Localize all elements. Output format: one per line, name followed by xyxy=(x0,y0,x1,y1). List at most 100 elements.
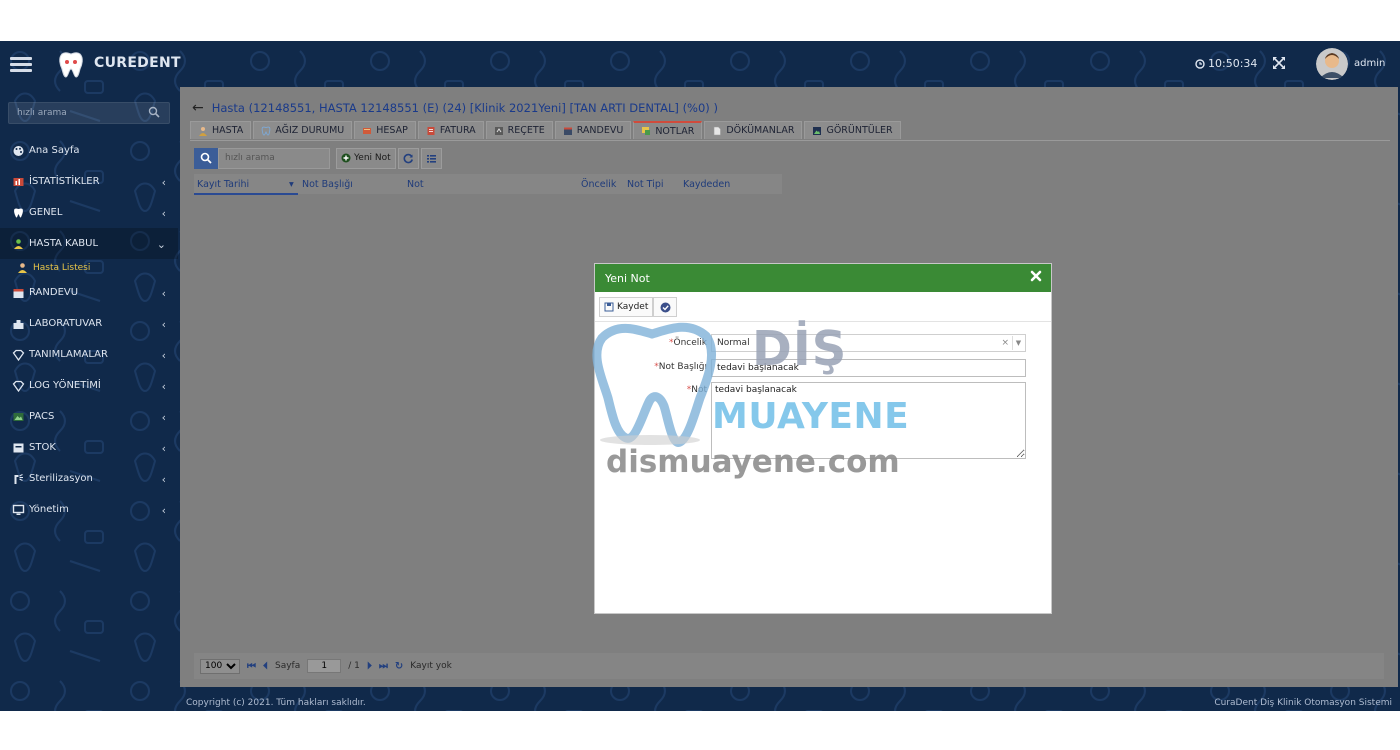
tab-appointment[interactable]: RANDEVU xyxy=(554,121,632,139)
sidebar-item-patient-admission[interactable]: HASTA KABUL ⌄ xyxy=(0,228,178,259)
sidebar-item-appointment[interactable]: RANDEVU ‹ xyxy=(0,277,178,308)
dropdown-arrow-icon[interactable]: ▼ xyxy=(1012,336,1024,350)
sidebar-item-management[interactable]: Yönetim ‹ xyxy=(0,494,178,525)
diamond-icon xyxy=(12,380,25,392)
sidebar-item-label: Ana Sayfa xyxy=(29,145,80,156)
diamond-icon xyxy=(12,349,25,361)
column-header-priority[interactable]: Öncelik xyxy=(581,179,616,190)
reload-icon[interactable]: ↻ xyxy=(395,661,403,672)
footer: Copyright (c) 2021. Tüm hakları saklıdır… xyxy=(178,687,1400,711)
sidebar-item-label: LABORATUVAR xyxy=(29,318,103,329)
sidebar-item-label: Sterilizasyon xyxy=(29,473,93,484)
user-avatar[interactable] xyxy=(1316,48,1348,80)
tab-prescription[interactable]: REÇETE xyxy=(485,121,553,139)
new-note-label: Yeni Not xyxy=(354,153,391,163)
product-text: CuraDent Diş Klinik Otomasyon Sistemi xyxy=(1214,698,1392,708)
menu-toggle-icon[interactable] xyxy=(10,54,32,74)
note-title-input[interactable] xyxy=(711,359,1026,377)
prescription-icon xyxy=(494,126,503,135)
sidebar-item-patient-list[interactable]: Hasta Listesi xyxy=(0,259,178,277)
sidebar-item-statistics[interactable]: İSTATİSTİKLER ‹ xyxy=(0,166,178,197)
confirm-button[interactable] xyxy=(653,297,677,317)
sidebar-item-pacs[interactable]: PACS ‹ xyxy=(0,401,178,432)
search-button[interactable] xyxy=(194,147,218,169)
column-header-type[interactable]: Not Tipi xyxy=(627,179,663,190)
copyright-text: Copyright (c) 2021. Tüm hakları saklıdır… xyxy=(186,698,366,708)
tab-invoice[interactable]: FATURA xyxy=(417,121,484,139)
chevron-left-icon: ‹ xyxy=(161,442,166,455)
prev-page-icon[interactable]: ⏴ xyxy=(263,661,268,672)
wallet-icon xyxy=(363,127,372,134)
refresh-button[interactable] xyxy=(397,147,419,169)
sidebar-item-label: TANIMLAMALAR xyxy=(29,349,108,360)
note-label: *Not xyxy=(686,385,707,395)
column-header-note[interactable]: Not xyxy=(407,179,424,190)
next-page-icon[interactable]: ⏵ xyxy=(367,661,372,672)
sidebar-item-stock[interactable]: STOK ‹ xyxy=(0,432,178,463)
chevron-left-icon: ‹ xyxy=(161,504,166,517)
list-view-button[interactable] xyxy=(420,147,442,169)
fullscreen-icon[interactable] xyxy=(1272,56,1286,70)
note-textarea[interactable]: tedavi başlanacak xyxy=(711,382,1026,459)
sidebar-search-input[interactable]: hızlı arama xyxy=(8,102,170,124)
sidebar-item-general[interactable]: GENEL ‹ xyxy=(0,197,178,228)
tab-label: FATURA xyxy=(439,125,476,136)
notes-search-input[interactable]: hızlı arama xyxy=(218,147,330,169)
column-header-saved-by[interactable]: Kaydeden xyxy=(683,179,730,190)
sidebar-item-log-management[interactable]: LOG YÖNETİMİ ‹ xyxy=(0,370,178,401)
last-page-icon[interactable]: ⏭ xyxy=(379,661,388,672)
monitor-icon xyxy=(12,504,25,515)
sidebar-item-laboratory[interactable]: LABORATUVAR ‹ xyxy=(0,308,178,339)
tab-patient[interactable]: HASTA xyxy=(190,121,252,139)
sidebar-item-label: PACS xyxy=(29,411,55,422)
page-number-input[interactable] xyxy=(307,659,342,673)
page-size-select[interactable]: 100 xyxy=(200,658,240,674)
top-bar: CUREDENT 10:50:34 admin xyxy=(0,41,1400,87)
clock-icon xyxy=(1195,58,1205,69)
tab-notes[interactable]: NOTLAR xyxy=(633,121,703,139)
note-title-label: *Not Başlığı xyxy=(654,362,707,372)
image-icon xyxy=(813,126,822,135)
calendar-icon xyxy=(563,127,572,135)
sidebar-menu: Ana Sayfa İSTATİSTİKLER ‹ GENEL ‹ HASTA … xyxy=(0,135,178,525)
sidebar-item-label: Yönetim xyxy=(29,504,69,515)
patient-tabs: HASTA AĞIZ DURUMU HESAP FATURA REÇETE RA… xyxy=(190,121,901,141)
floppy-disk-icon xyxy=(604,302,614,312)
priority-select[interactable]: Normal × ▼ xyxy=(711,334,1026,352)
column-header-title[interactable]: Not Başlığı xyxy=(302,179,353,190)
chevron-left-icon: ‹ xyxy=(161,349,166,362)
first-page-icon[interactable]: ⏮ xyxy=(247,661,256,672)
clear-icon[interactable]: × xyxy=(1001,338,1009,348)
sidebar-item-definitions[interactable]: TANIMLAMALAR ‹ xyxy=(0,339,178,370)
new-note-button[interactable]: Yeni Not xyxy=(336,147,396,169)
tab-label: GÖRÜNTÜLER xyxy=(826,125,893,136)
tab-divider xyxy=(190,140,1390,141)
chevron-left-icon: ‹ xyxy=(161,207,166,220)
save-button[interactable]: Kaydet xyxy=(599,297,654,317)
patient-icon xyxy=(18,263,27,273)
grid-pager: 100 ⏮ ⏴ Sayfa / 1 ⏵ ⏭ ↻ Kayıt yok xyxy=(194,653,1384,679)
spray-icon xyxy=(14,473,23,484)
tab-account[interactable]: HESAP xyxy=(354,121,416,139)
tab-label: HASTA xyxy=(212,125,244,136)
tab-label: HESAP xyxy=(376,125,408,136)
save-label: Kaydet xyxy=(617,302,649,312)
sidebar-item-home[interactable]: Ana Sayfa xyxy=(0,135,178,166)
search-icon[interactable] xyxy=(148,106,160,118)
tab-label: NOTLAR xyxy=(655,125,695,137)
tab-mouth-status[interactable]: AĞIZ DURUMU xyxy=(253,121,353,139)
sort-desc-icon[interactable]: ▾ xyxy=(289,179,294,190)
username[interactable]: admin xyxy=(1354,58,1385,69)
sidebar-item-label: GENEL xyxy=(29,207,63,218)
tab-documents[interactable]: DÖKÜMANLAR xyxy=(704,121,803,139)
refresh-icon xyxy=(403,153,413,163)
tab-images[interactable]: GÖRÜNTÜLER xyxy=(804,121,901,139)
new-note-dialog: Yeni Not Kaydet *Öncelik Normal × ▼ *Not… xyxy=(594,263,1052,614)
back-arrow-icon[interactable]: ← xyxy=(192,100,204,116)
clock-time: 10:50:34 xyxy=(1208,57,1258,70)
column-header-date[interactable]: Kayıt Tarihi xyxy=(197,179,249,190)
sidebar-item-sterilization[interactable]: Sterilizasyon ‹ xyxy=(0,463,178,494)
close-icon[interactable] xyxy=(1029,269,1043,283)
sidebar-item-label: Hasta Listesi xyxy=(33,263,91,273)
image-icon xyxy=(13,412,24,421)
